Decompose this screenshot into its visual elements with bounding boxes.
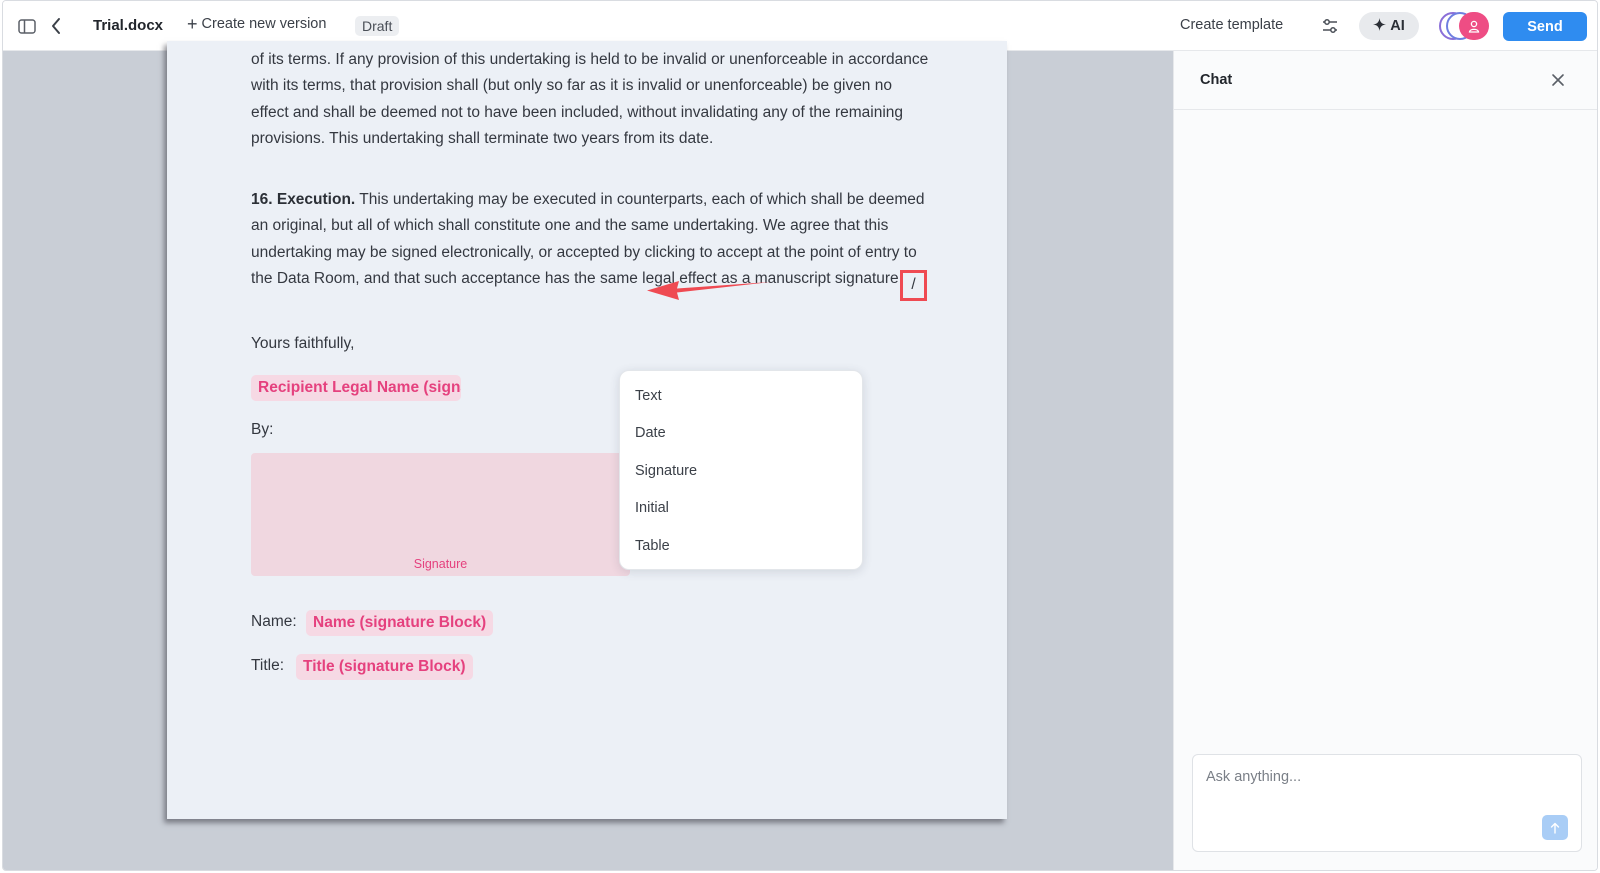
status-badge: Draft (355, 16, 400, 36)
send-button[interactable]: Send (1503, 12, 1587, 41)
name-label: Name: (251, 613, 297, 630)
document-title[interactable]: Trial.docx (93, 17, 163, 34)
ai-label: AI (1390, 18, 1405, 34)
menu-item-text[interactable]: Text (620, 377, 862, 415)
sparkle-icon (1373, 17, 1387, 35)
paragraph-partial[interactable]: of its terms. If any provision of this u… (251, 47, 931, 152)
by-label: By: (251, 421, 274, 438)
signature-field[interactable]: Signature (251, 453, 630, 576)
ai-button[interactable]: AI (1359, 12, 1419, 40)
recipient-legal-name-field[interactable]: Recipient Legal Name (signature Block) (251, 375, 461, 401)
menu-item-table[interactable]: Table (620, 527, 862, 565)
execution-heading: 16. Execution. (251, 191, 356, 208)
create-new-version-button[interactable]: + Create new version (187, 14, 327, 34)
menu-item-signature[interactable]: Signature (620, 452, 862, 490)
sliders-icon[interactable] (1319, 15, 1341, 37)
chat-input[interactable] (1193, 755, 1581, 851)
document-page[interactable]: of its terms. If any provision of this u… (167, 41, 1007, 819)
slash-command-menu: Text Date Signature Initial Table (619, 370, 863, 570)
signature-caption: Signature (413, 557, 468, 571)
arrow-up-icon (1550, 822, 1560, 834)
chevron-left-icon[interactable] (47, 15, 65, 37)
close-icon[interactable] (1548, 70, 1568, 90)
title-label: Title: (251, 657, 285, 674)
chat-input-box (1192, 754, 1582, 852)
create-template-button[interactable]: Create template (1180, 17, 1283, 33)
title-field[interactable]: Title (signature Block) (296, 654, 473, 680)
plus-icon: + (187, 14, 198, 34)
chat-title: Chat (1200, 72, 1233, 88)
user-avatar-icon (1459, 12, 1489, 40)
chat-send-button[interactable] (1542, 815, 1568, 840)
app-window: Trial.docx + Create new version Draft Cr… (2, 0, 1598, 871)
chat-header: Chat (1174, 51, 1597, 110)
name-field[interactable]: Name (signature Block) (306, 610, 494, 636)
closing-text: Yours faithfully, (251, 335, 355, 352)
slash-command-highlight: / (899, 269, 927, 301)
create-new-version-label: Create new version (201, 16, 327, 32)
menu-item-date[interactable]: Date (620, 415, 862, 453)
chat-panel: Chat (1173, 51, 1597, 870)
menu-item-initial[interactable]: Initial (620, 490, 862, 528)
execution-paragraph[interactable]: 16. Execution. This undertaking may be e… (251, 187, 931, 301)
document-canvas: of its terms. If any provision of this u… (3, 41, 1173, 870)
annotation-arrow-icon (647, 281, 771, 300)
sidebar-toggle-icon[interactable] (17, 17, 37, 35)
collaborator-avatars[interactable] (1439, 12, 1491, 40)
